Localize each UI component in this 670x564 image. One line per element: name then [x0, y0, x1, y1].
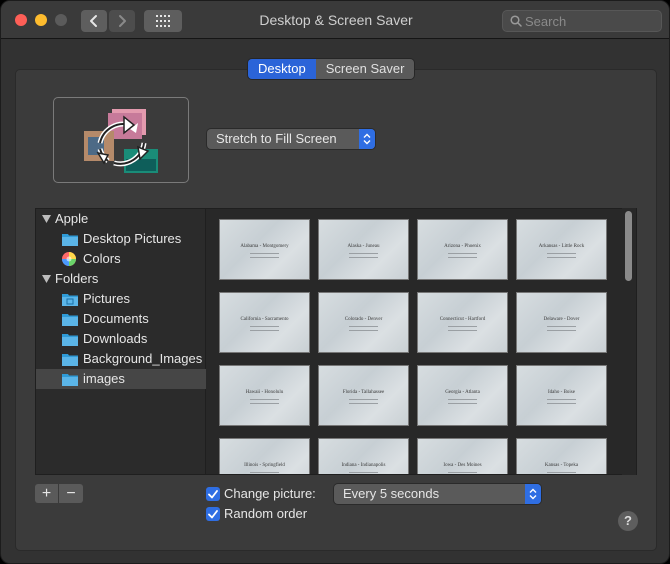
sidebar-item-colors[interactable]: Colors [36, 249, 207, 269]
remove-folder-button[interactable]: − [59, 484, 83, 503]
sidebar-item-label: Colors [83, 251, 121, 266]
wallpaper-thumbnail[interactable]: Colorado - Denver [318, 292, 409, 353]
title-bar: Desktop & Screen Saver [1, 1, 669, 39]
updown-chevron-icon [359, 129, 375, 149]
wallpaper-thumbnail[interactable]: Arkansas - Little Rock [516, 219, 607, 280]
fill-mode-select[interactable]: Stretch to Fill Screen [207, 129, 375, 149]
sidebar-item-downloads[interactable]: Downloads [36, 329, 207, 349]
thumbnail-caption: Idaho - Boise [548, 390, 575, 395]
group-apple[interactable]: Apple [36, 209, 207, 229]
chevron-right-icon [119, 15, 126, 27]
random-order-checkbox[interactable] [206, 507, 220, 521]
wallpaper-thumbnail[interactable]: Delaware - Dover [516, 292, 607, 353]
thumbnail-grid: Alabama - Montgomery Alaska - Juneau Ari… [206, 208, 637, 475]
back-button[interactable] [81, 10, 107, 32]
fill-mode-value: Stretch to Fill Screen [216, 131, 337, 146]
folder-icon [62, 234, 78, 246]
sidebar-item-label: images [83, 371, 125, 386]
group-folders[interactable]: Folders [36, 269, 207, 289]
rotating-pictures-icon [84, 109, 158, 173]
tab-desktop[interactable]: Desktop [248, 59, 316, 79]
folder-icon [62, 314, 78, 326]
wallpaper-thumbnail[interactable]: Indiana - Indianapolis [318, 438, 409, 474]
grid-icon [156, 15, 170, 27]
wallpaper-thumbnail[interactable]: Hawaii - Honolulu [219, 365, 310, 426]
disclosure-triangle-icon[interactable] [42, 275, 51, 283]
minimize-window-button[interactable] [35, 14, 47, 26]
interval-select[interactable]: Every 5 seconds [334, 484, 541, 504]
disclosure-triangle-icon[interactable] [42, 215, 51, 223]
updown-chevron-icon [525, 484, 541, 504]
checkmark-icon [208, 509, 218, 518]
random-order-label: Random order [224, 506, 308, 521]
wallpaper-thumbnail[interactable]: Kansas - Topeka [516, 438, 607, 474]
show-all-button[interactable] [144, 10, 182, 32]
checkmark-icon [208, 489, 218, 498]
wallpaper-thumbnail[interactable]: Connecticut - Hartford [417, 292, 508, 353]
scrollbar-thumb[interactable] [625, 211, 632, 281]
source-list: Apple Desktop Pictures Colors Folders Pi… [35, 208, 207, 475]
preferences-window: Desktop & Screen Saver Desktop Screen Sa… [0, 0, 670, 564]
sidebar-item-documents[interactable]: Documents [36, 309, 207, 329]
search-field[interactable] [502, 10, 662, 32]
tab-bar: Desktop Screen Saver [248, 59, 415, 79]
wallpaper-thumbnail[interactable]: Iowa - Des Moines [417, 438, 508, 474]
sidebar-item-pictures[interactable]: Pictures [36, 289, 207, 309]
sidebar-item-label: Desktop Pictures [83, 231, 182, 246]
help-button[interactable]: ? [618, 511, 638, 531]
thumbnail-caption: Connecticut - Hartford [439, 317, 486, 322]
color-wheel-icon [62, 252, 76, 266]
wallpaper-thumbnail[interactable]: California - Sacramento [219, 292, 310, 353]
sidebar-item-background-images[interactable]: Background_Images [36, 349, 207, 369]
wallpaper-thumbnail[interactable]: Florida - Tallahassee [318, 365, 409, 426]
sidebar-item-label: Documents [83, 311, 149, 326]
tab-screen-saver[interactable]: Screen Saver [315, 59, 415, 79]
add-folder-button[interactable]: + [35, 484, 59, 503]
pictures-folder-icon [62, 294, 78, 306]
thumbnail-caption: Georgia - Atlanta [445, 390, 480, 395]
close-window-button[interactable] [15, 14, 27, 26]
wallpaper-thumbnail[interactable]: Alabama - Montgomery [219, 219, 310, 280]
interval-value: Every 5 seconds [343, 486, 440, 501]
thumbnail-caption: Alaska - Juneau [347, 244, 380, 249]
wallpaper-thumbnail[interactable]: Alaska - Juneau [318, 219, 409, 280]
wallpaper-thumbnail[interactable]: Idaho - Boise [516, 365, 607, 426]
change-picture-checkbox[interactable] [206, 487, 220, 501]
sidebar-item-desktop-pictures[interactable]: Desktop Pictures [36, 229, 207, 249]
thumbnail-caption: Indiana - Indianapolis [341, 463, 386, 468]
thumbnail-caption: Hawaii - Honolulu [245, 390, 284, 395]
thumbnail-caption: Kansas - Topeka [544, 463, 579, 468]
thumbnail-caption: Delaware - Dover [543, 317, 580, 322]
sidebar-item-label: Downloads [83, 331, 148, 346]
chevron-left-icon [90, 15, 97, 27]
wallpaper-thumbnail[interactable]: Arizona - Phoenix [417, 219, 508, 280]
thumbnail-caption: Iowa - Des Moines [443, 463, 482, 468]
wallpaper-thumbnail[interactable]: Illinois - Springfield [219, 438, 310, 474]
sidebar-item-label: Pictures [83, 291, 130, 306]
group-label: Apple [55, 211, 89, 226]
thumbnail-caption: Illinois - Springfield [244, 463, 285, 468]
change-picture-label: Change picture: [224, 486, 316, 501]
search-icon [510, 15, 522, 27]
thumbnail-caption: Arkansas - Little Rock [538, 244, 585, 249]
thumbnail-caption: Colorado - Denver [344, 317, 383, 322]
thumbnail-caption: California - Sacramento [240, 317, 289, 322]
thumbnail-caption: Florida - Tallahassee [342, 390, 385, 395]
forward-button[interactable] [109, 10, 135, 32]
zoom-window-button[interactable] [55, 14, 67, 26]
group-label: Folders [55, 271, 99, 286]
thumbnail-caption: Arizona - Phoenix [444, 244, 481, 249]
thumbnail-caption: Alabama - Montgomery [240, 244, 289, 249]
search-input[interactable] [525, 12, 655, 30]
add-remove-control: + − [35, 484, 83, 503]
folder-icon [62, 374, 78, 386]
desktop-preview [53, 97, 189, 183]
sidebar-item-label: Background_Images [83, 351, 203, 366]
wallpaper-thumbnail[interactable]: Georgia - Atlanta [417, 365, 508, 426]
folder-icon [62, 334, 78, 346]
folder-icon [62, 354, 78, 366]
sidebar-item-images[interactable]: images [36, 369, 207, 389]
window-title: Desktop & Screen Saver [259, 12, 413, 28]
